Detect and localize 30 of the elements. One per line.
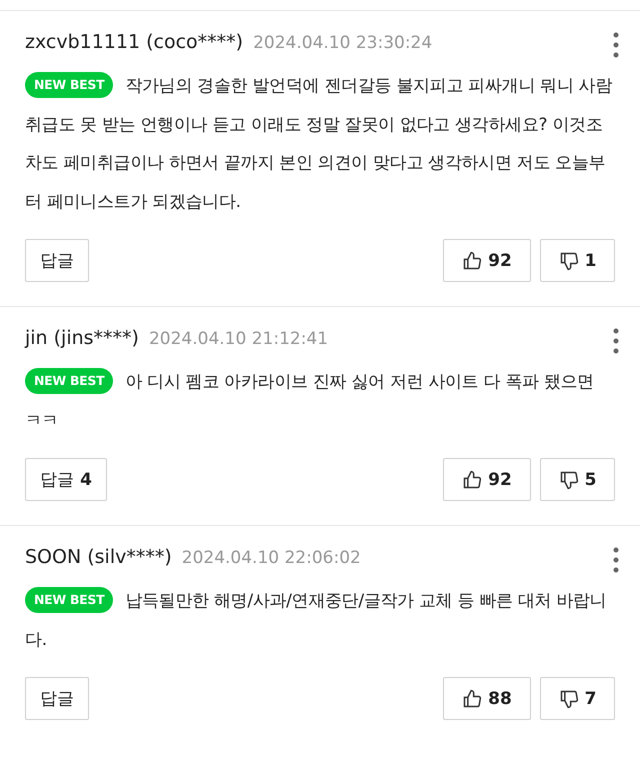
comment-author: zxcvb11111 (coco****) xyxy=(25,31,244,53)
like-button[interactable]: 92 xyxy=(443,239,531,282)
comment-date: 2024.04.10 21:12:41 xyxy=(148,329,328,349)
comment-text: NEW BEST 아 디시 펨코 아카라이브 진짜 싫어 저런 사이트 다 폭파 됐으면 ㅋㅋ xyxy=(25,363,615,440)
thumbs-down-icon xyxy=(558,470,579,490)
comment-author: jin (jins****) xyxy=(25,327,139,349)
dislike-button[interactable]: 1 xyxy=(540,239,615,282)
thumbs-up-icon xyxy=(462,470,482,490)
best-badge: NEW BEST xyxy=(25,587,114,613)
reply-button[interactable]: 답글 xyxy=(25,239,89,282)
thumbs-up-icon xyxy=(462,250,482,270)
thumbs-down-icon xyxy=(558,250,579,270)
comment-author: SOON (silv****) xyxy=(25,546,172,568)
thumbs-up-icon xyxy=(462,688,482,708)
more-icon[interactable] xyxy=(612,327,620,355)
comment-text: NEW BEST 작가님의 경솔한 발언덕에 젠더갈등 불지피고 피싸개니 뭐니 사람 취급도 못 받는 언행이나 듣고 이래도 정말 잘못이 없다고 생각하세요? 이것조차도 페미취급이나 하면서 끝까지 본인 의견이 맞다고 생각하시면 저도 오늘부터 페미니스트가 되겠습니다. xyxy=(25,67,615,221)
more-icon[interactable] xyxy=(612,31,620,59)
comment-date: 2024.04.10 23:30:24 xyxy=(253,33,432,53)
like-button[interactable]: 88 xyxy=(443,677,531,720)
dislike-button[interactable]: 5 xyxy=(540,458,615,501)
reply-button[interactable]: 답글 xyxy=(25,677,89,720)
reply-button[interactable]: 답글 4 xyxy=(25,458,107,501)
best-badge: NEW BEST xyxy=(25,368,114,394)
dislike-button[interactable]: 7 xyxy=(540,677,615,720)
thumbs-down-icon xyxy=(558,688,579,708)
more-icon[interactable] xyxy=(612,546,620,574)
comment-text: NEW BEST 납득될만한 해명/사과/연재중단/글작가 교체 등 빠른 대처 바랍니다. xyxy=(25,582,615,659)
comment-date: 2024.04.10 22:06:02 xyxy=(182,548,361,568)
like-button[interactable]: 92 xyxy=(443,458,531,501)
best-badge: NEW BEST xyxy=(25,72,114,98)
